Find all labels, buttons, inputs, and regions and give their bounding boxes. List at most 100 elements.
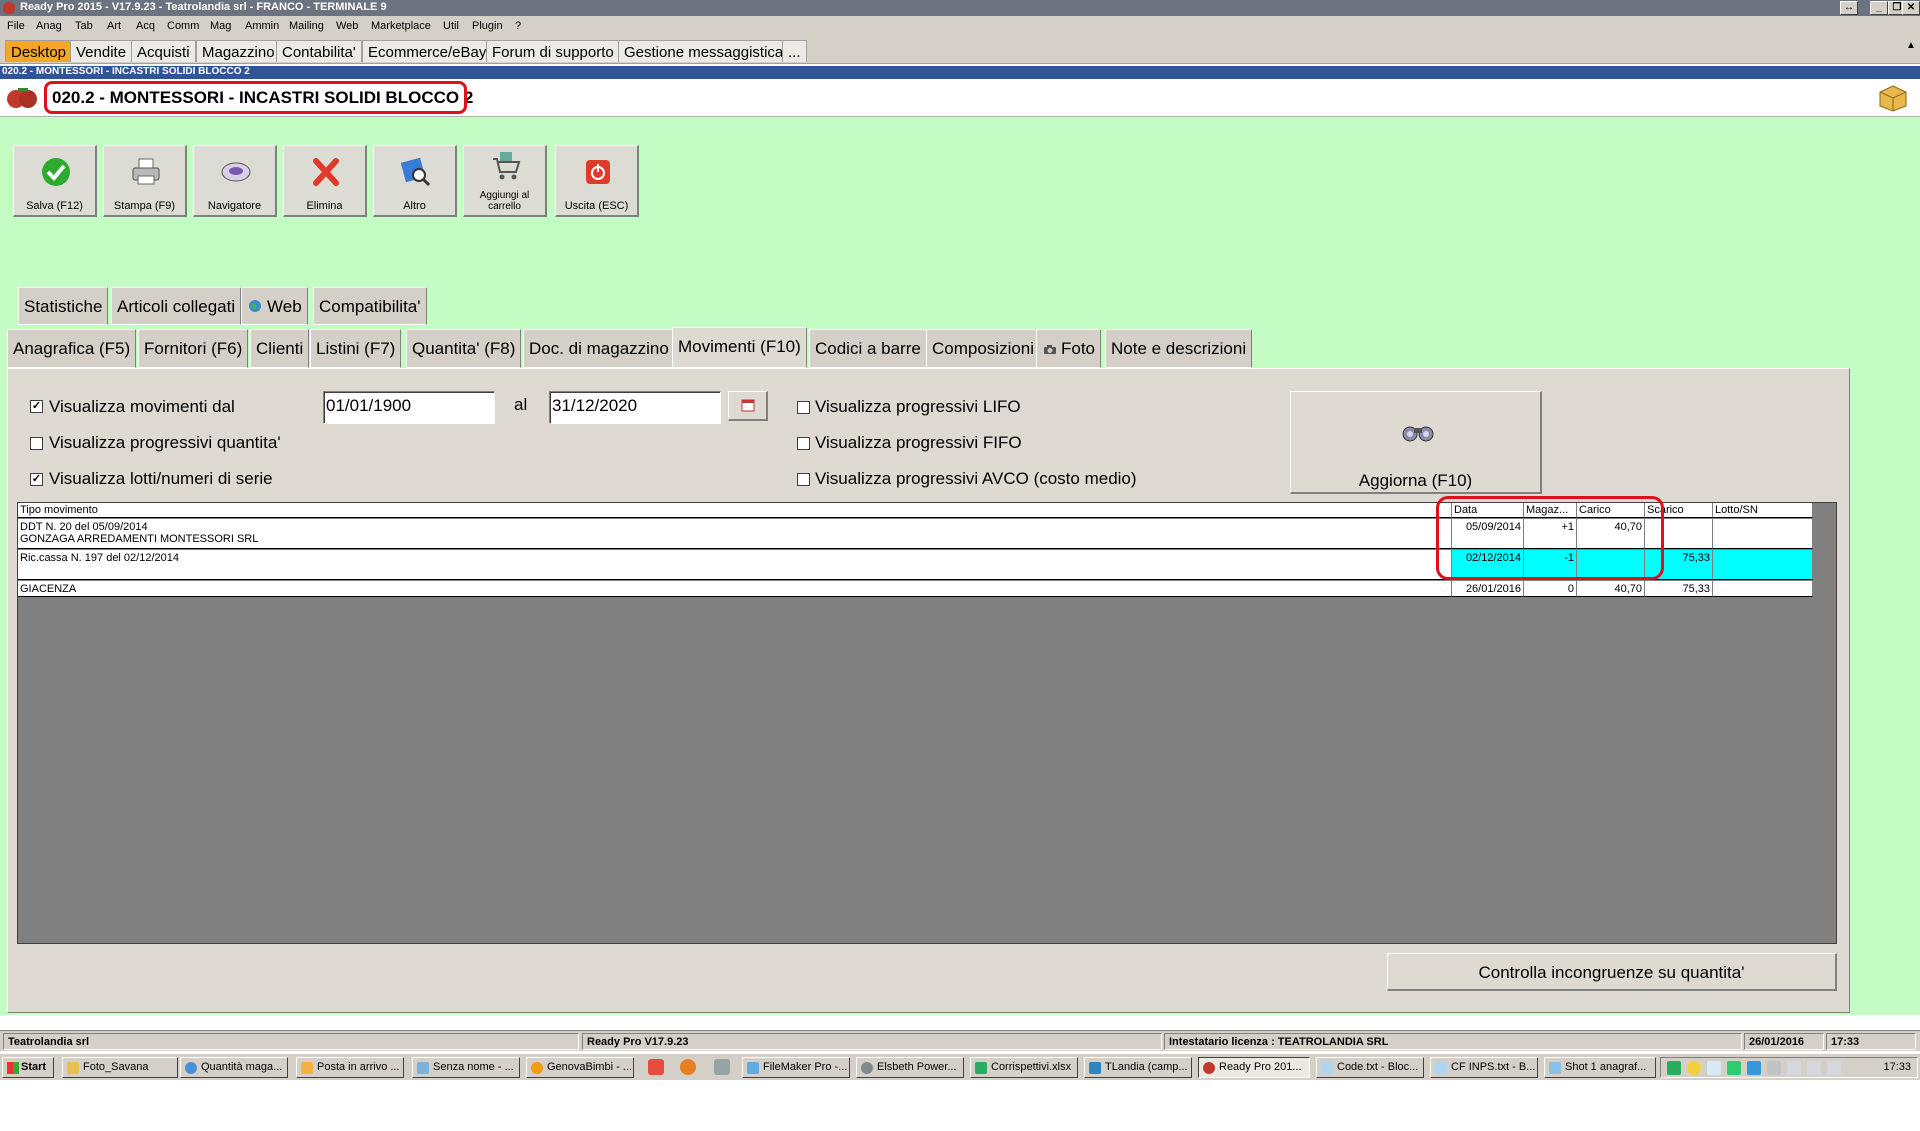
window-icon[interactable] — [1707, 1061, 1721, 1075]
tab-note[interactable]: Note e descrizioni — [1105, 329, 1253, 368]
desk-tab-ecommerce[interactable]: Ecommerce/eBay — [362, 40, 493, 62]
task-button[interactable]: TLandia (camp... — [1084, 1057, 1192, 1078]
task-button[interactable]: Code.txt - Bloc... — [1316, 1057, 1424, 1078]
table-row[interactable]: Ric.cassa N. 197 del 02/12/2014 — [18, 550, 1452, 580]
task-button[interactable]: Corrispettivi.xlsx — [970, 1057, 1078, 1078]
task-button[interactable]: Elsbeth Power... — [856, 1057, 964, 1078]
lock-icon[interactable] — [1807, 1061, 1821, 1075]
cell-magaz[interactable]: 0 — [1524, 581, 1577, 597]
tab-codici-barre[interactable]: Codici a barre — [809, 329, 927, 368]
desk-tab-acquisti[interactable]: Acquisti — [131, 40, 196, 62]
date-to-field[interactable]: 31/12/2020 — [549, 391, 721, 424]
show-lifo-checkbox[interactable] — [797, 401, 810, 414]
col-header-tipo[interactable]: Tipo movimento — [18, 503, 1452, 518]
tab-clienti[interactable]: Clienti — [250, 329, 310, 368]
menu-comm[interactable]: Comm — [167, 20, 199, 32]
package-icon[interactable] — [1878, 84, 1908, 112]
start-button[interactable]: Start — [2, 1057, 54, 1078]
close-button[interactable]: ✕ — [1902, 1, 1920, 15]
print-button[interactable]: Stampa (F9) — [103, 145, 187, 217]
cell-lotto[interactable] — [1713, 550, 1813, 580]
explorer-icon[interactable] — [714, 1059, 730, 1075]
menu-file[interactable]: File — [7, 20, 25, 32]
table-row[interactable]: DDT N. 20 del 05/09/2014 GONZAGA ARREDAM… — [18, 519, 1452, 549]
cell-data[interactable]: 26/01/2016 — [1452, 581, 1524, 597]
menu-plugin[interactable]: Plugin — [472, 20, 503, 32]
flag-icon[interactable] — [1787, 1061, 1801, 1075]
tab-scroll-icon[interactable]: ▲ — [1904, 40, 1918, 58]
tab-fornitori[interactable]: Fornitori (F6) — [138, 329, 249, 368]
show-avco-checkbox[interactable] — [797, 473, 810, 486]
smiley-icon[interactable] — [1687, 1061, 1701, 1075]
delete-button[interactable]: Elimina — [283, 145, 367, 217]
task-button[interactable]: FileMaker Pro -... — [742, 1057, 850, 1078]
menu-marketplace[interactable]: Marketplace — [371, 20, 431, 32]
col-header-lotto[interactable]: Lotto/SN — [1713, 503, 1813, 518]
cell-scarico[interactable]: 75,33 — [1645, 581, 1713, 597]
menu-ammin[interactable]: Ammin — [245, 20, 279, 32]
tab-quantita[interactable]: Quantita' (F8) — [406, 329, 522, 368]
task-button[interactable]: Foto_Savana — [62, 1057, 178, 1078]
tab-doc-magazzino[interactable]: Doc. di magazzino — [523, 329, 675, 368]
refresh-button[interactable]: Aggiorna (F10) — [1290, 391, 1542, 494]
network-icon[interactable] — [1667, 1061, 1681, 1075]
sync-icon[interactable] — [1727, 1061, 1741, 1075]
navigator-button[interactable]: Navigatore — [193, 145, 277, 217]
filezilla-icon[interactable] — [648, 1059, 664, 1075]
check-inconsistencies-button[interactable]: Controlla incongruenze su quantita' — [1387, 953, 1837, 991]
task-button[interactable]: Quantità maga... — [180, 1057, 288, 1078]
minimize-button[interactable]: _ — [1870, 1, 1888, 15]
menu-mailing[interactable]: Mailing — [289, 20, 324, 32]
cell-lotto[interactable] — [1713, 581, 1813, 597]
tab-anagrafica[interactable]: Anagrafica (F5) — [7, 329, 137, 368]
menu-help[interactable]: ? — [515, 20, 521, 32]
menu-tab[interactable]: Tab — [75, 20, 93, 32]
save-button[interactable]: Salva (F12) — [13, 145, 97, 217]
tab-foto[interactable]: Foto — [1036, 329, 1102, 368]
show-lots-checkbox[interactable]: ✓ — [30, 473, 43, 486]
menu-util[interactable]: Util — [443, 20, 459, 32]
tab-compatibilita[interactable]: Compatibilita' — [313, 287, 427, 325]
menu-acq[interactable]: Acq — [136, 20, 155, 32]
other-button[interactable]: Altro — [373, 145, 457, 217]
tab-articoli-collegati[interactable]: Articoli collegati — [111, 287, 242, 325]
printer-tray-icon[interactable] — [1767, 1061, 1781, 1075]
tab-web[interactable]: Web — [241, 287, 308, 325]
cell-carico[interactable]: 40,70 — [1577, 581, 1645, 597]
menu-mag[interactable]: Mag — [210, 20, 231, 32]
task-button[interactable]: Senza nome - ... — [412, 1057, 520, 1078]
task-button[interactable]: CF INPS.txt - B... — [1430, 1057, 1538, 1078]
monitor-icon[interactable] — [1747, 1061, 1761, 1075]
exit-button[interactable]: Uscita (ESC) — [555, 145, 639, 217]
calendar-button[interactable] — [728, 391, 768, 421]
show-fifo-checkbox[interactable] — [797, 437, 810, 450]
tab-movimenti[interactable]: Movimenti (F10) — [672, 327, 807, 368]
desk-tab-messaggistica[interactable]: Gestione messaggistica — [618, 40, 790, 62]
tab-statistiche[interactable]: Statistiche — [18, 287, 109, 325]
tab-listini[interactable]: Listini (F7) — [310, 329, 402, 368]
desk-tab-vendite[interactable]: Vendite — [70, 40, 133, 62]
show-movements-checkbox[interactable]: ✓ — [30, 400, 43, 413]
task-button[interactable]: GenovaBimbi - ... — [526, 1057, 634, 1078]
menu-anag[interactable]: Anag — [36, 20, 62, 32]
volume-icon[interactable] — [1827, 1061, 1841, 1075]
date-from-field[interactable]: 01/01/1900 — [323, 391, 495, 424]
firefox-icon[interactable] — [680, 1059, 696, 1075]
task-button[interactable]: Shot 1 anagraf... — [1544, 1057, 1656, 1078]
desk-tab-magazzino[interactable]: Magazzino — [196, 40, 281, 62]
task-button[interactable]: Posta in arrivo ... — [296, 1057, 404, 1078]
tab-composizioni[interactable]: Composizioni — [926, 329, 1041, 368]
resize-icon[interactable]: ↔ — [1840, 1, 1858, 15]
desk-tab-contabilita[interactable]: Contabilita' — [276, 40, 362, 62]
table-row-total[interactable]: GIACENZA — [18, 581, 1452, 597]
add-to-cart-button[interactable]: Aggiungi al carrello — [463, 145, 547, 217]
task-button-active[interactable]: Ready Pro 201... — [1198, 1057, 1310, 1078]
desk-tab-desktop[interactable]: Desktop — [5, 40, 73, 62]
menu-art[interactable]: Art — [107, 20, 121, 32]
desk-tab-forum[interactable]: Forum di supporto — [486, 40, 620, 62]
desk-tab-more[interactable]: ... — [782, 40, 807, 62]
show-qty-progressive-checkbox[interactable] — [30, 437, 43, 450]
clock[interactable]: 17:33 — [1883, 1061, 1911, 1073]
cell-lotto[interactable] — [1713, 519, 1813, 549]
menu-web[interactable]: Web — [336, 20, 358, 32]
